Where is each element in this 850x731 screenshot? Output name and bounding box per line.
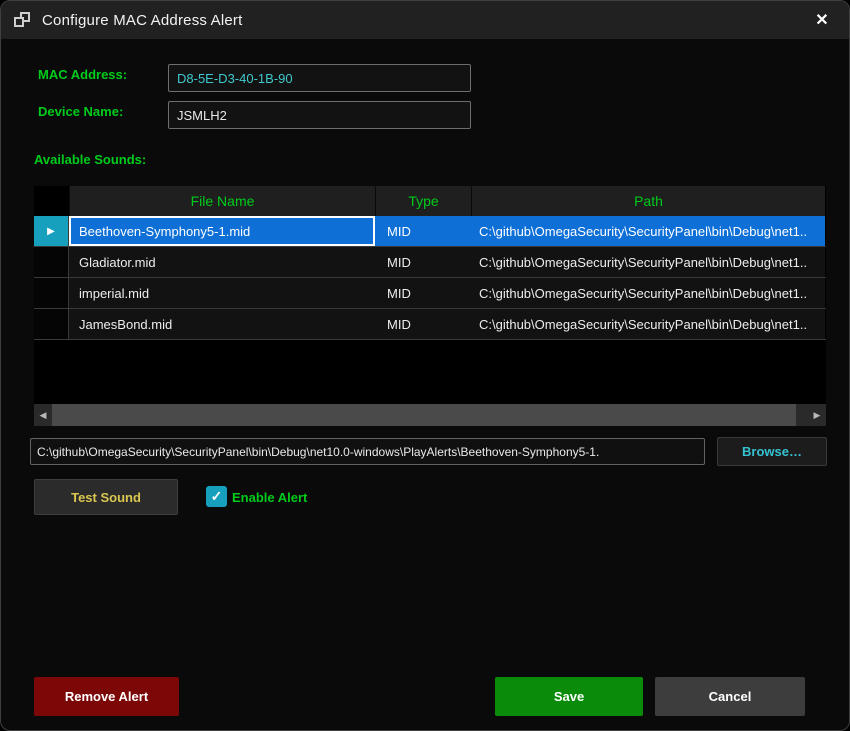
row-selector-cell[interactable]: ▶: [34, 216, 69, 246]
title-bar: Configure MAC Address Alert ✕: [1, 1, 849, 39]
table-row[interactable]: ▶ Beethoven-Symphony5-1.mid MID C:\githu…: [34, 216, 826, 247]
cell-file-name[interactable]: imperial.mid: [69, 278, 375, 308]
save-button[interactable]: Save: [495, 677, 643, 716]
sounds-grid: File Name Type Path ▶ Beethoven-Symphony…: [34, 186, 826, 426]
cancel-button[interactable]: Cancel: [655, 677, 805, 716]
enable-alert-label: Enable Alert: [232, 490, 307, 505]
remove-alert-button[interactable]: Remove Alert: [34, 677, 179, 716]
table-row[interactable]: JamesBond.mid MID C:\github\OmegaSecurit…: [34, 309, 826, 340]
row-selector-cell[interactable]: [34, 247, 69, 277]
scrollbar-thumb[interactable]: [52, 404, 796, 426]
current-row-pointer-icon: ▶: [47, 226, 55, 237]
check-icon: ✓: [211, 488, 223, 505]
table-row[interactable]: Gladiator.mid MID C:\github\OmegaSecurit…: [34, 247, 826, 278]
cell-type[interactable]: MID: [375, 247, 471, 277]
column-header-file-name[interactable]: File Name: [69, 186, 375, 216]
column-header-type[interactable]: Type: [375, 186, 471, 216]
scroll-left-icon[interactable]: ◀: [34, 404, 52, 426]
mac-address-field[interactable]: [168, 64, 471, 92]
cell-file-name[interactable]: Gladiator.mid: [69, 247, 375, 277]
table-row[interactable]: imperial.mid MID C:\github\OmegaSecurity…: [34, 278, 826, 309]
window-title: Configure MAC Address Alert: [42, 12, 243, 29]
cell-file-name[interactable]: Beethoven-Symphony5-1.mid: [69, 216, 375, 246]
cell-path[interactable]: C:\github\OmegaSecurity\SecurityPanel\bi…: [471, 278, 825, 308]
selected-sound-path-field[interactable]: [30, 438, 705, 465]
cell-path[interactable]: C:\github\OmegaSecurity\SecurityPanel\bi…: [471, 247, 825, 277]
cell-type[interactable]: MID: [375, 278, 471, 308]
configure-mac-alert-dialog: Configure MAC Address Alert ✕ MAC Addres…: [0, 0, 850, 731]
test-sound-button[interactable]: Test Sound: [34, 479, 178, 515]
cell-file-name[interactable]: JamesBond.mid: [69, 309, 375, 339]
browse-button[interactable]: Browse…: [717, 437, 827, 466]
grid-header: File Name Type Path: [34, 186, 826, 216]
row-selector-cell[interactable]: [34, 278, 69, 308]
cascade-windows-icon: [14, 12, 31, 29]
enable-alert-checkbox[interactable]: ✓: [206, 486, 227, 507]
device-name-field[interactable]: [168, 101, 471, 129]
grid-empty-area: [34, 340, 826, 404]
row-selector-cell[interactable]: [34, 309, 69, 339]
mac-address-label: MAC Address:: [38, 67, 127, 82]
cell-type[interactable]: MID: [375, 216, 471, 246]
grid-corner-cell[interactable]: [34, 186, 69, 216]
device-name-label: Device Name:: [38, 104, 123, 119]
cell-path[interactable]: C:\github\OmegaSecurity\SecurityPanel\bi…: [471, 309, 825, 339]
close-icon[interactable]: ✕: [810, 8, 834, 32]
available-sounds-label: Available Sounds:: [34, 152, 146, 167]
cell-type[interactable]: MID: [375, 309, 471, 339]
cell-path[interactable]: C:\github\OmegaSecurity\SecurityPanel\bi…: [471, 216, 825, 246]
column-header-path[interactable]: Path: [471, 186, 825, 216]
scroll-right-icon[interactable]: ▶: [808, 404, 826, 426]
horizontal-scrollbar[interactable]: ◀ ▶: [34, 404, 826, 426]
